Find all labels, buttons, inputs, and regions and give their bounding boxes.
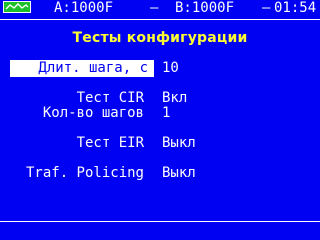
status-separator: — xyxy=(150,0,159,16)
setting-label-eir-test[interactable]: Тест EIR xyxy=(73,135,146,152)
setting-row-traffic-policing[interactable]: Traf. Policing Выкл xyxy=(0,165,320,182)
setting-row-eir-test[interactable]: Тест EIR Выкл xyxy=(0,135,320,152)
setting-row-step-count[interactable]: Кол-во шагов 1 xyxy=(0,105,320,122)
setting-label-step-count[interactable]: Кол-во шагов xyxy=(39,105,146,122)
setting-value-eir-test[interactable]: Выкл xyxy=(162,135,196,152)
setting-value-traffic-policing[interactable]: Выкл xyxy=(162,165,196,182)
setting-label-step-duration[interactable]: Длит. шага, с xyxy=(10,60,154,77)
status-divider xyxy=(0,19,320,20)
config-tests-screen: A:1000F — B:1000F — 01:54 Тесты конфигур… xyxy=(0,0,320,240)
footer-divider xyxy=(0,221,320,222)
setting-label-traffic-policing[interactable]: Traf. Policing xyxy=(22,165,146,182)
status-separator: — xyxy=(262,0,271,16)
setting-value-step-count[interactable]: 1 xyxy=(162,105,170,122)
status-bar: A:1000F — B:1000F — 01:54 xyxy=(0,0,320,17)
channel-b-status: B:1000F xyxy=(175,0,235,16)
clock: 01:54 xyxy=(274,0,317,16)
channel-a-status: A:1000F xyxy=(54,0,114,16)
signal-icon xyxy=(3,1,31,13)
setting-value-step-duration[interactable]: 10 xyxy=(162,60,179,77)
setting-row-step-duration[interactable]: Длит. шага, с 10 xyxy=(0,60,320,77)
page-title: Тесты конфигурации xyxy=(72,30,248,46)
